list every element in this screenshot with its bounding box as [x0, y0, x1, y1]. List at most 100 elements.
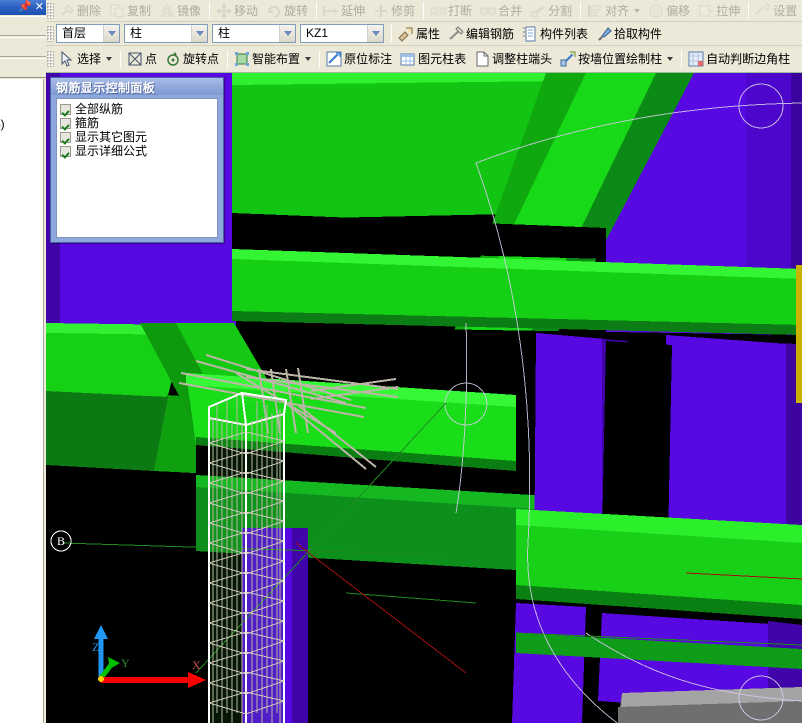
offset-icon	[648, 3, 664, 19]
toolbar-button-stretch: 拉伸	[695, 1, 745, 21]
toolbar-button-label: 移动	[234, 3, 259, 18]
toolbar-button-label: 构件列表	[540, 26, 589, 41]
checkbox-0[interactable]	[60, 103, 71, 115]
toolbar-button-merge: 合并	[477, 1, 527, 21]
toolbar-button-trim: 修剪	[370, 1, 420, 21]
toolbar-button-label: 合并	[498, 3, 523, 18]
toolbar-separator	[120, 50, 122, 68]
toolbar-button-smart-layout[interactable]: 智能布置	[231, 49, 316, 69]
toolbar-separator	[319, 50, 321, 68]
floor-selector-value: 首层	[62, 26, 87, 40]
stretch-icon	[698, 3, 714, 19]
pin-icon[interactable]: 📌	[18, 2, 32, 13]
close-icon[interactable]: ✕	[35, 2, 44, 13]
chevron-down-icon[interactable]	[103, 25, 119, 42]
element-selection-toolbar: 首层柱柱KZ1属性编辑钢筋构件列表拾取构件两点平行	[46, 22, 802, 46]
toolbar-button-cursor-select[interactable]: 选择	[56, 49, 117, 69]
toolbar-button-label: 偏移	[666, 3, 691, 18]
toolbar-separator	[681, 50, 683, 68]
checkbox-1[interactable]	[60, 117, 71, 129]
toolbar-button-offset: 偏移	[645, 1, 695, 21]
toolbar-button-label: 设置	[773, 3, 798, 18]
extend-icon	[323, 3, 339, 19]
dock-toolbar-strip-2	[0, 37, 46, 57]
toolbar-button-label: 删除	[77, 3, 102, 18]
draw-by-wall-icon	[560, 51, 576, 67]
toolbar-button-draw-by-wall[interactable]: 按墙位置绘制柱	[557, 49, 678, 69]
delete-icon	[59, 3, 75, 19]
checkbox-3[interactable]	[60, 145, 71, 157]
toolbar-button-adjust-column-end[interactable]: 调整柱端头	[471, 49, 557, 69]
chevron-down-icon[interactable]	[191, 25, 207, 42]
subtype-selector-value: 柱	[218, 26, 231, 40]
toolbar-button-in-situ-label[interactable]: 原位标注	[323, 49, 397, 69]
toolbar-button-element-list[interactable]: 构件列表	[519, 24, 593, 44]
toolbar-button-label: 属性	[416, 26, 441, 41]
toolbar-button-column-table[interactable]: 图元柱表	[397, 49, 471, 69]
toolbar-button-label: 原位标注	[344, 52, 393, 66]
toolbar-button-break: 打断	[427, 1, 477, 21]
toolbar-button-label: 旋转	[284, 3, 309, 18]
toolbar-button-label: 复制	[127, 3, 152, 18]
toolbar-button-extend: 延伸	[320, 1, 370, 21]
copy-icon	[109, 3, 125, 19]
toolbar-button-point[interactable]: 点	[124, 49, 162, 69]
cursor-select-icon	[59, 51, 75, 67]
rebar-option-label: 箍筋	[75, 115, 100, 130]
edit-toolbar: 删除 复制 镜像 移动 旋转 延伸 修剪 打断 合并 分割 对齐 偏移 拉伸 设置	[46, 0, 802, 22]
element-selector-value: KZ1	[306, 26, 329, 40]
toolbar-button-label: 分割	[548, 3, 573, 18]
toolbar-button-rotate-point[interactable]: 旋转点	[162, 49, 224, 69]
rebar-display-control-panel[interactable]: 钢筋显示控制面板 全部纵筋 箍筋 显示其它图元 显示详细公式	[50, 77, 224, 243]
dropdown-arrow-icon[interactable]	[305, 57, 312, 61]
svg-text:Z: Z	[92, 640, 99, 654]
dropdown-arrow-icon[interactable]	[667, 57, 674, 61]
svg-text:Y: Y	[121, 656, 130, 670]
rotate-point-icon	[165, 51, 181, 67]
move-icon	[216, 2, 233, 19]
subtype-selector[interactable]: 柱	[212, 24, 296, 43]
dropdown-arrow-icon[interactable]	[106, 57, 113, 61]
dock-toolbar-strip-3	[0, 58, 46, 78]
toolbar-separator	[316, 2, 318, 19]
rebar-option-label: 全部纵筋	[75, 101, 124, 116]
toolbar-button-edit-rebar[interactable]: 编辑钢筋	[445, 24, 519, 44]
rebar-option-row[interactable]: 显示其它图元	[60, 130, 217, 144]
category-selector[interactable]: 柱	[124, 24, 208, 43]
toolbar-grip[interactable]	[47, 2, 54, 19]
rebar-option-row[interactable]: 显示详细公式	[60, 144, 217, 158]
properties-icon	[398, 26, 414, 42]
rebar-option-list: 全部纵筋 箍筋 显示其它图元 显示详细公式	[56, 98, 218, 238]
rebar-option-label: 显示其它图元	[75, 129, 148, 144]
toolbar-button-pick-element[interactable]: 拾取构件	[593, 24, 667, 44]
chevron-down-icon[interactable]	[279, 25, 295, 42]
toolbar-button-copy: 复制	[106, 1, 156, 21]
auto-corner-column-icon	[688, 51, 704, 67]
toolbar-button-label: 调整柱端头	[492, 52, 553, 66]
toolbar-button-label: 编辑钢筋	[466, 26, 515, 41]
toolbar-button-label: 打断	[448, 3, 473, 18]
checkbox-2[interactable]	[60, 131, 71, 143]
in-situ-label-icon	[326, 51, 342, 67]
merge-icon	[480, 3, 496, 19]
point-icon	[127, 51, 143, 67]
dropdown-arrow-icon[interactable]	[634, 8, 641, 13]
toolbar-grip[interactable]	[47, 25, 54, 42]
toolbar-button-auto-corner-column[interactable]: 自动判断边角柱	[685, 49, 795, 69]
element-selector[interactable]: KZ1	[300, 24, 384, 43]
toolbar-button-label: 智能布置	[252, 52, 301, 66]
toolbar-button-properties[interactable]: 属性	[395, 24, 445, 44]
toolbar-button-split: 分割	[527, 1, 577, 21]
rebar-option-row[interactable]: 全部纵筋	[60, 102, 217, 116]
dock-content-area[interactable]: 4)	[0, 79, 44, 723]
toolbar-separator	[580, 2, 582, 19]
rebar-option-row[interactable]: 箍筋	[60, 116, 217, 130]
toolbar-button-label: 镜像	[177, 3, 202, 18]
toolbar-button-label: 按墙位置绘制柱	[578, 52, 663, 66]
rebar-panel-title: 钢筋显示控制面板	[51, 78, 223, 95]
svg-text:X: X	[192, 658, 201, 672]
floor-selector[interactable]: 首层	[56, 24, 120, 43]
chevron-down-icon[interactable]	[367, 25, 383, 42]
toolbar-grip[interactable]	[47, 51, 54, 67]
